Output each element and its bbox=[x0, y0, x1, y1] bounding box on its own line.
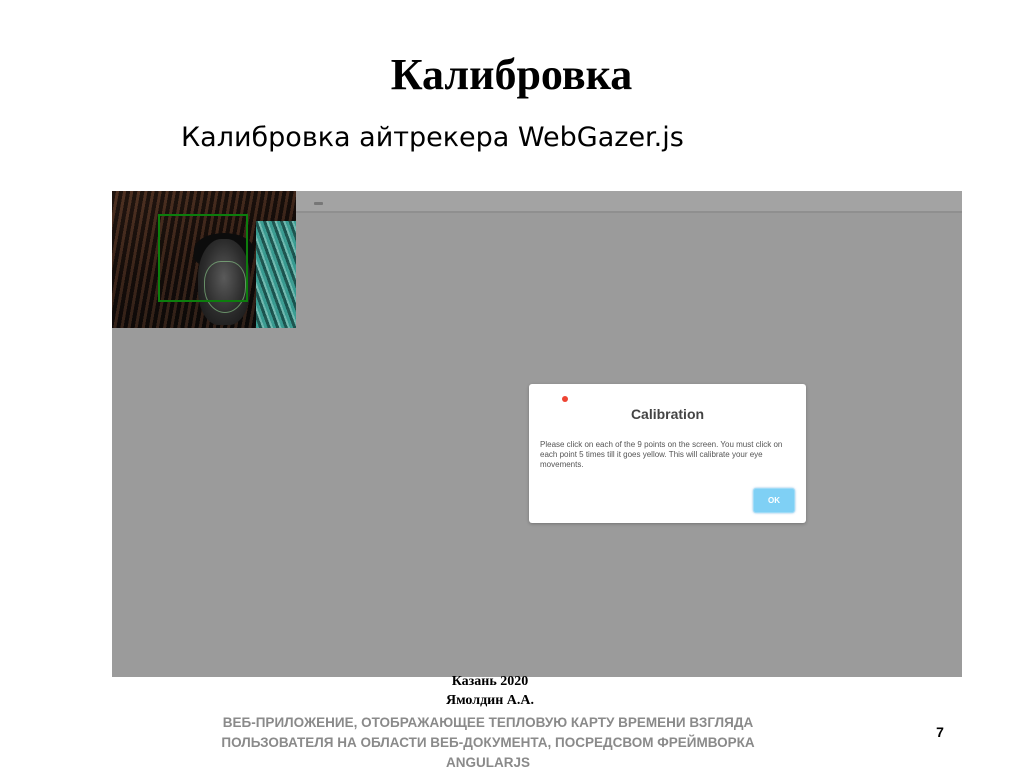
footer-project-title: ВЕБ-ПРИЛОЖЕНИЕ, ОТОБРАЖАЮЩЕЕ ТЕПЛОВУЮ КА… bbox=[221, 715, 755, 770]
calibration-dialog: Calibration Please click on each of the … bbox=[529, 384, 806, 523]
minimize-icon bbox=[314, 202, 323, 205]
footer-city-year: Казань 2020 bbox=[451, 674, 529, 689]
dialog-title: Calibration bbox=[630, 406, 705, 422]
calibration-point-icon[interactable] bbox=[562, 396, 568, 402]
dialog-instructions: Please click on each of the 9 points on … bbox=[540, 440, 783, 469]
slide-title: Калибровка bbox=[390, 50, 633, 99]
ok-button[interactable]: OK bbox=[753, 488, 795, 513]
browser-topbar bbox=[296, 191, 962, 213]
page-number: 7 bbox=[936, 724, 944, 740]
embedded-screenshot: Calibration Please click on each of the … bbox=[112, 191, 962, 677]
slide-subtitle: Калибровка айтрекера WebGazer.js bbox=[181, 122, 684, 153]
webcam-background-curtain bbox=[256, 221, 296, 328]
footer-author: Ямолдин А.А. bbox=[445, 693, 535, 708]
face-detection-box bbox=[158, 214, 248, 302]
webcam-video-feed bbox=[112, 191, 296, 328]
